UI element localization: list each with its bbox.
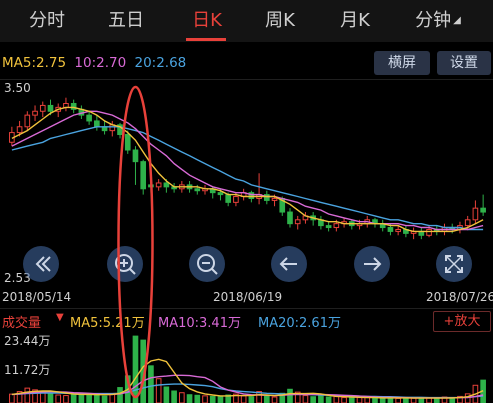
highlight-ellipse	[117, 85, 154, 399]
highlight-annotation	[117, 85, 154, 399]
